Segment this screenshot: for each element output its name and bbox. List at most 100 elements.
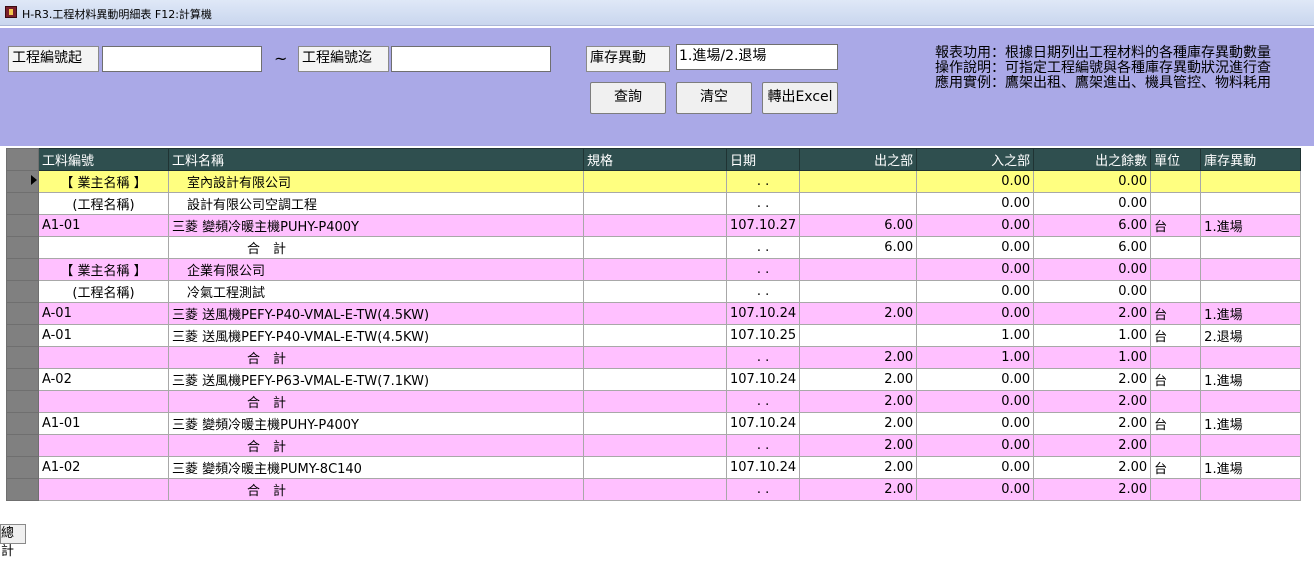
cell-item-name[interactable]: 冷氣工程測試 <box>168 280 584 303</box>
cell-item-code[interactable] <box>38 390 169 413</box>
cell-spec[interactable] <box>583 390 727 413</box>
cell-unit[interactable] <box>1150 170 1202 193</box>
clear-button[interactable]: 清空 <box>676 82 752 114</box>
cell-incoming[interactable]: 0.00 <box>916 456 1035 479</box>
row-selector[interactable] <box>6 170 39 193</box>
cell-spec[interactable] <box>583 346 727 369</box>
cell-balance[interactable]: 2.00 <box>1033 368 1152 391</box>
cell-spec[interactable] <box>583 236 727 259</box>
cell-spec[interactable] <box>583 170 727 193</box>
cell-date[interactable]: . . <box>725 236 801 259</box>
cell-spec[interactable] <box>583 368 727 391</box>
row-selector[interactable] <box>6 236 39 259</box>
cell-balance[interactable]: 0.00 <box>1033 170 1152 193</box>
cell-item-code[interactable] <box>38 346 169 369</box>
col-header-stock-change[interactable]: 庫存異動 <box>1200 148 1302 171</box>
cell-item-name[interactable]: 合 計 <box>168 434 584 457</box>
cell-incoming[interactable]: 0.00 <box>916 412 1035 435</box>
cell-incoming[interactable]: 0.00 <box>916 434 1035 457</box>
table-row[interactable]: 合 計. . 2.00 0.00 2.00 <box>6 434 1302 457</box>
cell-balance[interactable]: 2.00 <box>1033 456 1152 479</box>
cell-incoming[interactable]: 0.00 <box>916 214 1035 237</box>
cell-item-name[interactable]: 三菱 送風機PEFY-P40-VMAL-E-TW(4.5KW) <box>168 324 584 347</box>
table-row[interactable]: A-01 三菱 送風機PEFY-P40-VMAL-E-TW(4.5KW) 107.1… <box>6 302 1302 325</box>
cell-stock-change[interactable] <box>1200 346 1302 369</box>
cell-item-name[interactable]: 三菱 變頻冷暖主機PUMY-8C140 <box>168 456 584 479</box>
cell-incoming[interactable]: 0.00 <box>916 478 1035 501</box>
table-row[interactable]: A1-01 三菱 變頻冷暖主機PUHY-P400Y 107.10.27 6.00 0.0… <box>6 214 1302 237</box>
cell-outgoing[interactable]: 2.00 <box>799 346 918 369</box>
cell-item-name[interactable]: 三菱 送風機PEFY-P63-VMAL-E-TW(7.1KW) <box>168 368 584 391</box>
cell-item-name[interactable]: 設計有限公司空調工程 <box>168 192 584 215</box>
row-selector[interactable] <box>6 192 39 215</box>
cell-spec[interactable] <box>583 456 727 479</box>
col-header-unit[interactable]: 單位 <box>1150 148 1202 171</box>
cell-balance[interactable]: 2.00 <box>1033 390 1152 413</box>
cell-outgoing[interactable]: 6.00 <box>799 214 918 237</box>
stock-change-input[interactable]: 1.進場/2.退場 <box>676 44 838 70</box>
cell-outgoing[interactable] <box>799 280 918 303</box>
cell-outgoing[interactable]: 2.00 <box>799 434 918 457</box>
cell-item-name[interactable]: 三菱 送風機PEFY-P40-VMAL-E-TW(4.5KW) <box>168 302 584 325</box>
cell-balance[interactable]: 2.00 <box>1033 478 1152 501</box>
cell-item-name[interactable]: 合 計 <box>168 346 584 369</box>
cell-incoming[interactable]: 1.00 <box>916 324 1035 347</box>
cell-item-code[interactable] <box>38 478 169 501</box>
cell-stock-change[interactable] <box>1200 434 1302 457</box>
cell-date[interactable]: 107.10.24 <box>725 368 801 391</box>
cell-stock-change[interactable]: 1.進場 <box>1200 456 1302 479</box>
table-row[interactable]: 合 計. . 6.00 0.00 6.00 <box>6 236 1302 259</box>
cell-outgoing[interactable]: 6.00 <box>799 236 918 259</box>
cell-balance[interactable]: 6.00 <box>1033 236 1152 259</box>
cell-item-code[interactable]: A1-01 <box>38 412 169 435</box>
cell-date[interactable]: . . <box>725 192 801 215</box>
row-selector[interactable] <box>6 346 39 369</box>
cell-spec[interactable] <box>583 478 727 501</box>
cell-stock-change[interactable] <box>1200 258 1302 281</box>
cell-outgoing[interactable] <box>799 192 918 215</box>
cell-unit[interactable]: 台 <box>1150 324 1202 347</box>
col-header-spec[interactable]: 規格 <box>583 148 727 171</box>
row-selector[interactable] <box>6 412 39 435</box>
row-selector[interactable] <box>6 456 39 479</box>
cell-item-name[interactable]: 合 計 <box>168 390 584 413</box>
cell-stock-change[interactable]: 1.進場 <box>1200 368 1302 391</box>
row-selector[interactable] <box>6 214 39 237</box>
cell-item-name[interactable]: 企業有限公司 <box>168 258 584 281</box>
cell-unit[interactable]: 台 <box>1150 412 1202 435</box>
cell-item-name[interactable]: 合 計 <box>168 236 584 259</box>
cell-spec[interactable] <box>583 324 727 347</box>
row-selector[interactable] <box>6 434 39 457</box>
cell-item-code[interactable]: A1-02 <box>38 456 169 479</box>
cell-spec[interactable] <box>583 434 727 457</box>
row-selector[interactable] <box>6 478 39 501</box>
cell-unit[interactable] <box>1150 434 1202 457</box>
table-row[interactable]: 合 計. . 2.00 0.00 2.00 <box>6 478 1302 501</box>
cell-incoming[interactable]: 0.00 <box>916 390 1035 413</box>
project-to-input[interactable] <box>391 46 551 72</box>
col-header-incoming[interactable]: 入之部 <box>916 148 1035 171</box>
cell-outgoing[interactable]: 2.00 <box>799 390 918 413</box>
table-row[interactable]: A1-02 三菱 變頻冷暖主機PUMY-8C140 107.10.24 2.00 0.0… <box>6 456 1302 479</box>
cell-balance[interactable]: 0.00 <box>1033 280 1152 303</box>
cell-incoming[interactable]: 0.00 <box>916 192 1035 215</box>
cell-outgoing[interactable] <box>799 324 918 347</box>
table-row[interactable]: A1-01 三菱 變頻冷暖主機PUHY-P400Y 107.10.24 2.00 0.0… <box>6 412 1302 435</box>
cell-date[interactable]: . . <box>725 170 801 193</box>
cell-date[interactable]: . . <box>725 258 801 281</box>
cell-item-code[interactable]: 【 業主名稱 】 <box>38 170 169 193</box>
cell-date[interactable]: 107.10.27 <box>725 214 801 237</box>
cell-date[interactable]: . . <box>725 346 801 369</box>
col-header-item-code[interactable]: 工料編號 <box>38 148 169 171</box>
cell-item-code[interactable]: A1-01 <box>38 214 169 237</box>
cell-incoming[interactable]: 0.00 <box>916 236 1035 259</box>
cell-outgoing[interactable]: 2.00 <box>799 478 918 501</box>
table-row[interactable]: (工程名稱) 冷氣工程測試 . . 0.00 0.00 <box>6 280 1302 303</box>
cell-incoming[interactable]: 0.00 <box>916 170 1035 193</box>
cell-incoming[interactable]: 0.00 <box>916 368 1035 391</box>
cell-item-code[interactable]: (工程名稱) <box>38 280 169 303</box>
cell-date[interactable]: 107.10.24 <box>725 302 801 325</box>
cell-spec[interactable] <box>583 214 727 237</box>
cell-unit[interactable]: 台 <box>1150 456 1202 479</box>
cell-unit[interactable] <box>1150 346 1202 369</box>
